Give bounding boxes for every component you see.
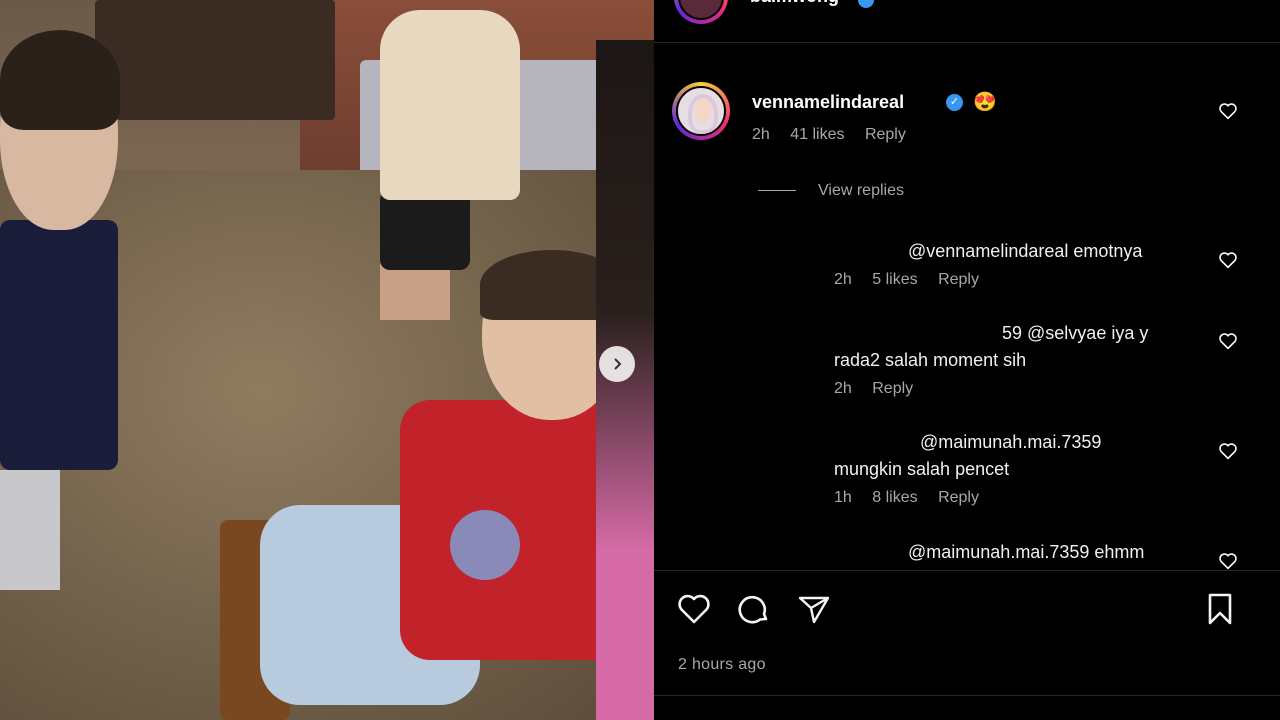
reply-like-button[interactable] xyxy=(1218,442,1240,462)
reply-time: 2h xyxy=(834,380,852,397)
heart-icon xyxy=(1219,252,1237,269)
reply-meta: 2h Reply xyxy=(834,380,1254,398)
comment-emoji: 😍 xyxy=(973,92,997,113)
comment-likes[interactable]: 41 likes xyxy=(790,126,844,143)
reply-like-button[interactable] xyxy=(1218,251,1240,271)
reply-text-line1: 59 @selvyae iya y xyxy=(1002,323,1149,343)
comments-panel: baimwong vennamelindareal ✓ 😍 2h 41 like… xyxy=(654,0,1280,720)
reply-item: @maimunah.mai.7359 mungkin salah pencet … xyxy=(834,429,1254,507)
view-replies-label: View replies xyxy=(818,182,904,199)
post-header: baimwong xyxy=(654,0,1280,43)
heart-icon xyxy=(1219,443,1237,460)
reply-button[interactable]: Reply xyxy=(865,126,906,143)
reply-text-line1: @maimunah.mai.7359 xyxy=(920,432,1102,452)
heart-icon xyxy=(1219,333,1237,350)
reply-like-button[interactable] xyxy=(1218,552,1240,570)
share-button[interactable] xyxy=(796,591,834,629)
chevron-right-icon xyxy=(614,358,622,370)
commenter-avatar[interactable] xyxy=(672,82,730,140)
post-image[interactable] xyxy=(0,0,654,720)
verified-badge-icon xyxy=(858,0,874,8)
reply-text-line2: mungkin salah pencet xyxy=(834,459,1010,479)
comment-button[interactable] xyxy=(736,591,774,629)
heart-icon xyxy=(678,594,710,624)
reply-text-line2: rada2 salah moment sih xyxy=(834,350,1027,370)
heart-icon xyxy=(1219,553,1237,570)
comment-like-button[interactable] xyxy=(1218,102,1240,122)
photo-child-red-shirt xyxy=(220,250,640,720)
view-replies-button[interactable]: View replies xyxy=(758,182,904,200)
comment-icon xyxy=(738,595,768,624)
comment-meta: 2h 41 likes Reply xyxy=(752,126,922,144)
author-avatar[interactable] xyxy=(674,0,728,24)
author-username[interactable]: baimwong xyxy=(750,0,839,7)
reply-likes[interactable]: 5 likes xyxy=(872,271,917,288)
reply-time: 2h xyxy=(834,271,852,288)
reply-button[interactable]: Reply xyxy=(938,271,979,288)
reply-item: @maimunah.mai.7359 ehmm xyxy=(834,539,1254,566)
like-button[interactable] xyxy=(676,591,714,629)
reply-item: 59 @selvyae iya y rada2 salah moment sih… xyxy=(834,320,1254,398)
reply-time: 1h xyxy=(834,489,852,506)
reply-meta: 1h 8 likes Reply xyxy=(834,489,1254,507)
reply-button[interactable]: Reply xyxy=(872,380,913,397)
reply-text: @maimunah.mai.7359 ehmm xyxy=(908,542,1145,562)
reply-item: @vennamelindareal emotnya 2h 5 likes Rep… xyxy=(834,238,1254,289)
send-icon xyxy=(798,596,830,624)
comments-list[interactable]: vennamelindareal ✓ 😍 2h 41 likes Reply V… xyxy=(654,42,1280,570)
view-replies-line xyxy=(758,190,796,192)
heart-icon xyxy=(1219,103,1237,120)
reply-likes[interactable]: 8 likes xyxy=(872,489,917,506)
verified-badge-icon: ✓ xyxy=(946,94,963,111)
save-button[interactable] xyxy=(1202,591,1240,629)
carousel-next-button[interactable] xyxy=(599,346,635,382)
reply-meta: 2h 5 likes Reply xyxy=(834,271,1254,289)
divider xyxy=(654,695,1280,696)
comment-item: vennamelindareal ✓ 😍 2h 41 likes Reply xyxy=(672,82,1262,152)
reply-text: @vennamelindareal emotnya xyxy=(908,241,1143,261)
photo-child-left xyxy=(0,30,140,600)
reply-button[interactable]: Reply xyxy=(938,489,979,506)
comment-time: 2h xyxy=(752,126,770,143)
post-timestamp: 2 hours ago xyxy=(678,656,766,673)
post-actions-bar xyxy=(654,570,1280,651)
bookmark-icon xyxy=(1208,593,1232,625)
reply-like-button[interactable] xyxy=(1218,332,1240,352)
commenter-username[interactable]: vennamelindareal xyxy=(752,92,904,113)
